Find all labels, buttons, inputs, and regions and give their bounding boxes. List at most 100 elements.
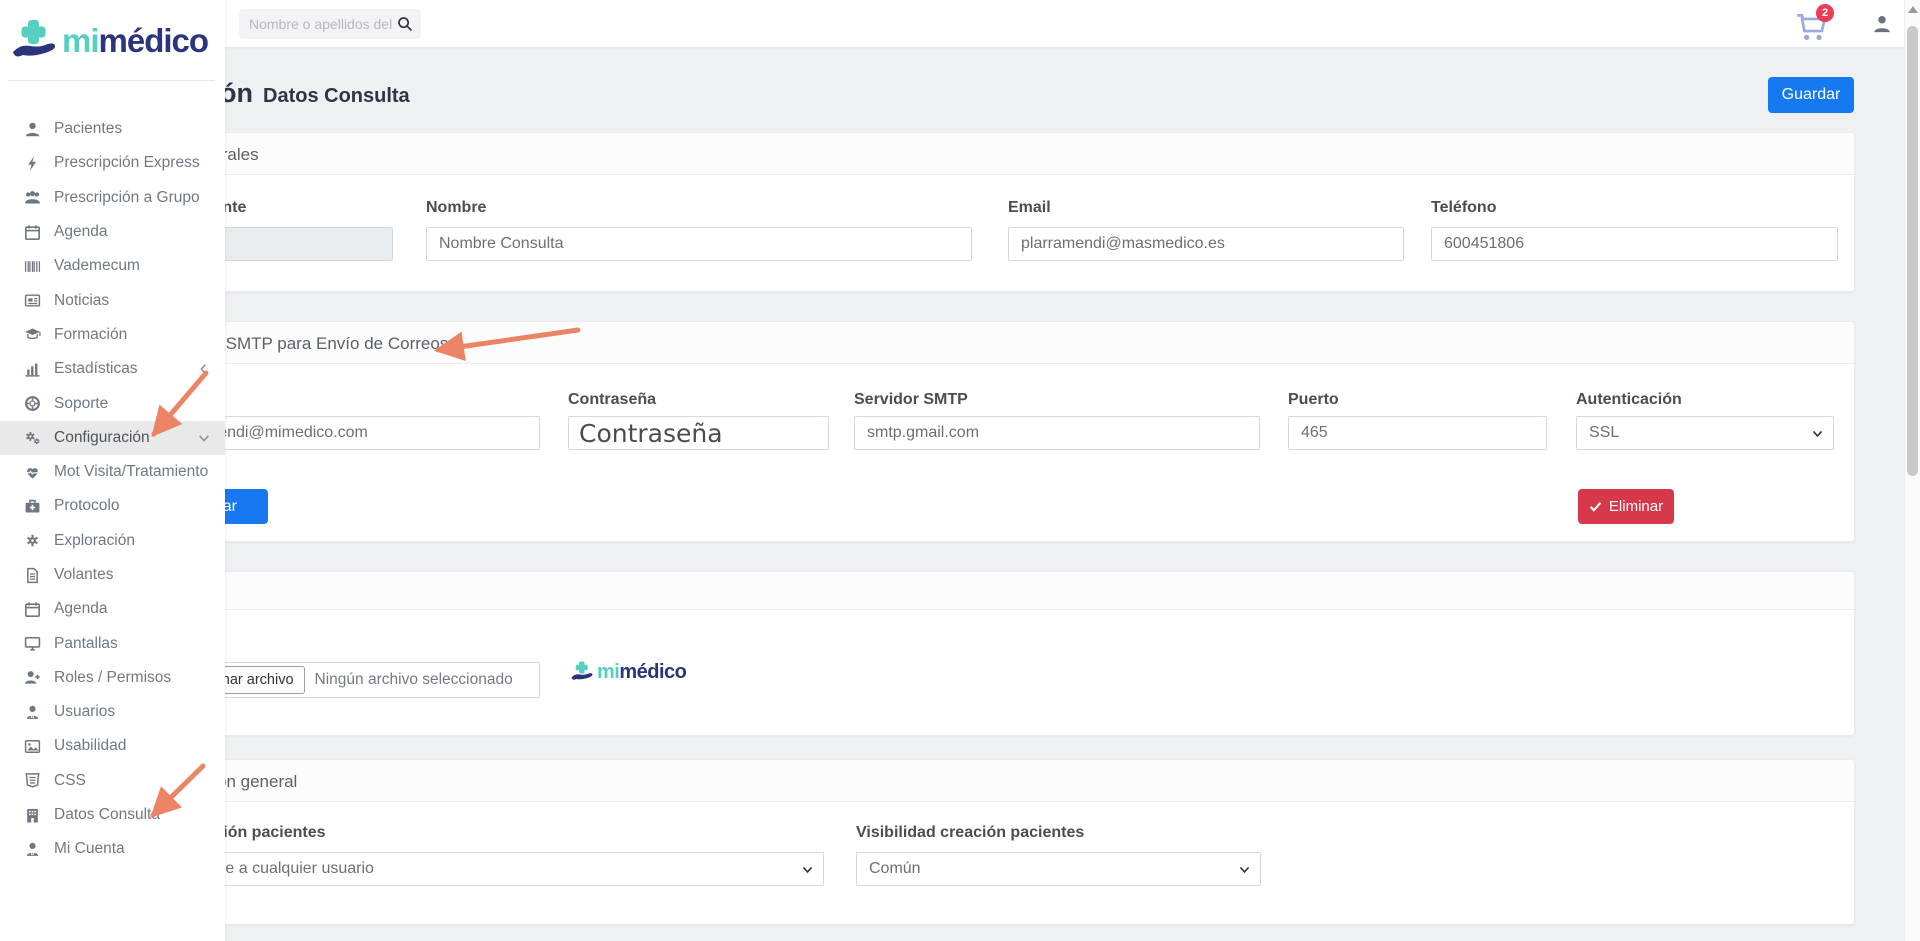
life-ring-icon <box>24 395 41 412</box>
save-button[interactable]: Guardar <box>1768 77 1854 113</box>
sidebar-item-label: Vademecum <box>54 257 140 275</box>
chevron-down-icon <box>197 431 211 445</box>
user-plus-icon <box>24 669 41 686</box>
sidebar-item-label: Prescripción a Grupo <box>54 189 200 207</box>
autenticacion-select[interactable]: SSL <box>1576 416 1834 450</box>
scrollbar <box>1904 0 1920 941</box>
visibilidad-label: Visibilidad creación pacientes <box>856 824 1084 842</box>
scrollbar-thumb[interactable] <box>1907 26 1918 476</box>
sidebar-item-prescripcion-express[interactable]: Prescripción Express <box>0 146 225 180</box>
file-icon <box>24 567 41 584</box>
check-icon <box>1589 500 1602 513</box>
contrasena-input[interactable] <box>568 416 829 450</box>
sidebar-item-usabilidad[interactable]: Usabilidad <box>0 729 225 763</box>
sidebar-item-mi-cuenta[interactable]: Mi Cuenta <box>0 832 225 866</box>
visibilidad-value: Común <box>869 860 921 878</box>
sidebar-item-pantallas[interactable]: Pantallas <box>0 626 225 660</box>
card-smtp: Configuración SMTP para Envío de Correos… <box>205 321 1855 542</box>
chevron-down-icon <box>1238 863 1251 876</box>
servidor-smtp-input[interactable] <box>854 416 1260 450</box>
sidebar-item-usuarios[interactable]: Usuarios <box>0 695 225 729</box>
chevron-down-icon <box>1811 427 1824 440</box>
sidebar-item-agenda-2[interactable]: Agenda <box>0 592 225 626</box>
sidebar-item-label: Roles / Permisos <box>54 669 171 687</box>
card-datos-generales-header: Datos Generales <box>206 133 1854 175</box>
telefono-input[interactable] <box>1431 227 1838 261</box>
sidebar-item-label: Usabilidad <box>54 737 126 755</box>
sidebar-item-label: Usuarios <box>54 703 115 721</box>
sidebar-item-label: Agenda <box>54 600 107 618</box>
sidebar-item-label: Agenda <box>54 223 107 241</box>
patient-searchbox <box>239 9 421 39</box>
cart-button[interactable]: 2 <box>1794 8 1828 40</box>
card-logo: Seleccionar archivo Ningún archivo selec… <box>205 571 1855 736</box>
sidebar-item-pacientes[interactable]: Pacientes <box>0 112 225 146</box>
sidebar-item-estadisticas[interactable]: Estadísticas <box>0 352 225 386</box>
page-subtitle: Datos Consulta <box>263 85 410 107</box>
page-root: 2 Configuración Datos Consulta Guardar Da… <box>0 0 1920 941</box>
bar-chart-icon <box>24 361 41 378</box>
sidebar-item-configuracion[interactable]: Configuración <box>0 421 225 455</box>
sidebar-item-volantes[interactable]: Volantes <box>0 558 225 592</box>
eliminar-label: Eliminar <box>1609 498 1663 515</box>
current-logo-image: mimédico <box>571 660 686 684</box>
brand-text-medico: médico <box>99 22 209 59</box>
user-account-icon[interactable] <box>1872 14 1892 34</box>
visibilidad-select[interactable]: Común <box>856 852 1261 886</box>
asignacion-pacientes-select[interactable]: Asignable a cualquier usuario <box>151 852 824 886</box>
topbar-actions: 2 <box>1794 0 1892 47</box>
sidebar-divider <box>8 80 215 81</box>
gears-icon <box>24 429 41 446</box>
calendar-icon <box>24 224 41 241</box>
graduation-cap-icon <box>24 326 41 343</box>
person-icon <box>24 121 41 138</box>
calendar-icon <box>24 601 41 618</box>
newspaper-icon <box>24 292 41 309</box>
telefono-label: Teléfono <box>1431 199 1496 217</box>
sidebar-item-label: Formación <box>54 326 127 344</box>
sidebar-nav: PacientesPrescripción Express Prescripció… <box>0 112 225 867</box>
sidebar-item-css[interactable]: CSS <box>0 764 225 798</box>
card-logo-header <box>206 572 1854 610</box>
sidebar-item-label: Soporte <box>54 395 108 413</box>
sidebar-item-mot-visita[interactable]: Mot Visita/Tratamiento <box>0 455 225 489</box>
chevron-down-icon <box>801 863 814 876</box>
sidebar-item-protocolo[interactable]: Protocolo <box>0 489 225 523</box>
sidebar-item-formacion[interactable]: Formación <box>0 318 225 352</box>
puerto-label: Puerto <box>1288 391 1339 409</box>
email-input[interactable] <box>1008 227 1404 261</box>
sidebar-item-label: Volantes <box>54 566 113 584</box>
css-icon <box>24 772 41 789</box>
sidebar-item-label: Mot Visita/Tratamiento <box>54 463 208 481</box>
nombre-label: Nombre <box>426 199 486 217</box>
search-icon[interactable] <box>397 16 413 32</box>
puerto-input[interactable] <box>1288 416 1547 450</box>
search-input[interactable] <box>249 16 397 32</box>
eliminar-button[interactable]: Eliminar <box>1578 489 1674 524</box>
brand-hand-cross-icon <box>571 660 593 684</box>
sidebar-item-label: Noticias <box>54 292 109 310</box>
chevron-left-icon <box>197 362 211 376</box>
scroll-up-arrow[interactable] <box>1908 6 1918 13</box>
sidebar-item-datos-consulta[interactable]: Datos Consulta <box>0 798 225 832</box>
brand-hand-cross-icon <box>12 18 56 64</box>
sidebar-item-noticias[interactable]: Noticias <box>0 283 225 317</box>
users-icon <box>24 189 41 206</box>
sidebar-item-prescripcion-grupo[interactable]: Prescripción a Grupo <box>0 181 225 215</box>
brand-text-mi: mi <box>62 22 99 59</box>
sidebar-item-label: CSS <box>54 772 86 790</box>
servidor-smtp-label: Servidor SMTP <box>854 391 968 409</box>
sidebar-item-soporte[interactable]: Soporte <box>0 386 225 420</box>
card-config-general: Configuración general Asignación pacient… <box>205 759 1855 925</box>
autenticacion-value: SSL <box>1589 424 1619 442</box>
file-status-text: Ningún archivo seleccionado <box>315 671 513 689</box>
nombre-input[interactable] <box>426 227 972 261</box>
topbar: 2 <box>0 0 1920 47</box>
gear-icon <box>24 532 41 549</box>
sidebar-item-roles-permisos[interactable]: Roles / Permisos <box>0 661 225 695</box>
card-datos-generales: Datos Generales Cliente Nombre Email Tel… <box>205 132 1855 292</box>
sidebar-item-exploracion[interactable]: Exploración <box>0 524 225 558</box>
sidebar-item-vademecum[interactable]: Vademecum <box>0 249 225 283</box>
sidebar-item-agenda[interactable]: Agenda <box>0 215 225 249</box>
logo-text-mi: mi <box>597 661 619 683</box>
